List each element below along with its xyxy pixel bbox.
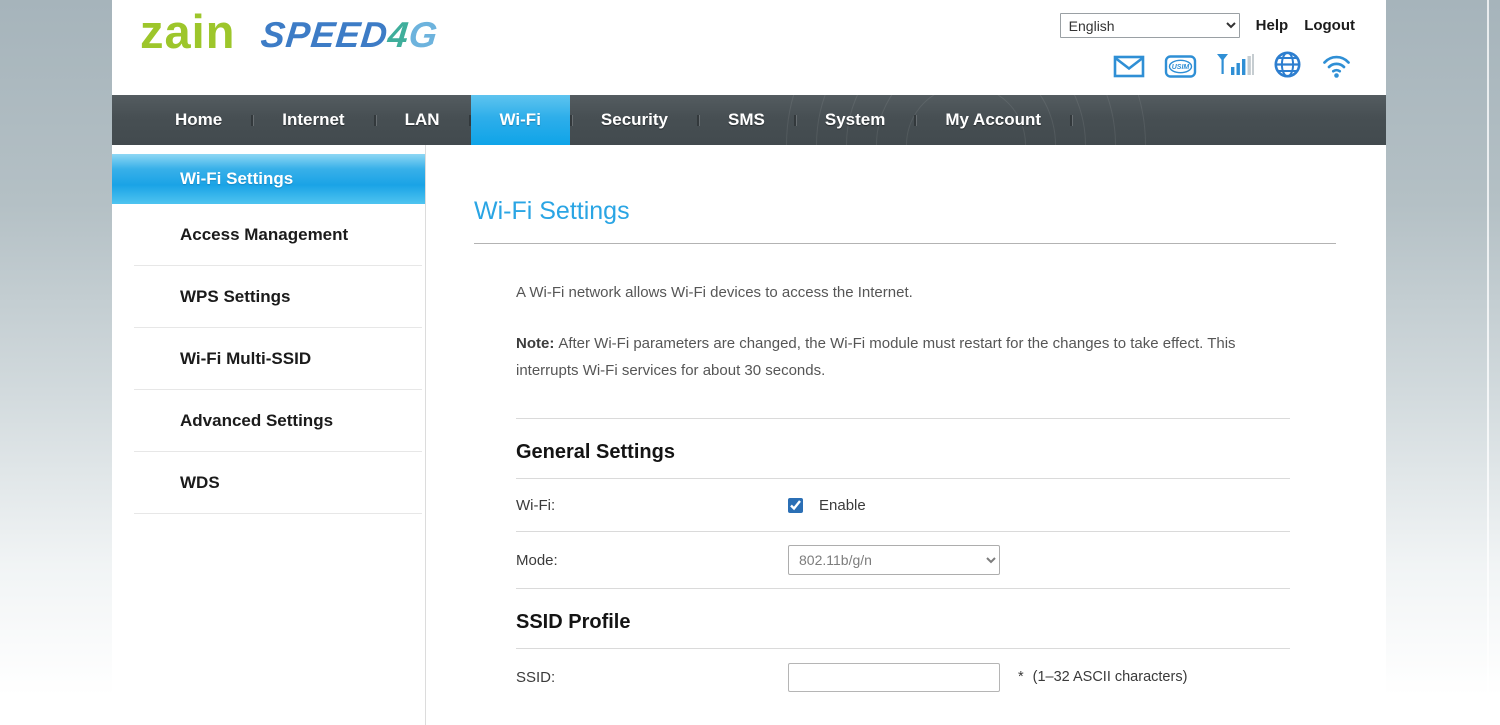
mail-icon xyxy=(1113,54,1145,79)
tab-wifi[interactable]: Wi-Fi xyxy=(471,95,570,145)
ssid-input[interactable] xyxy=(788,663,1000,692)
signal-strength-icon xyxy=(1216,52,1254,79)
wifi-sidebar: Wi-Fi Settings Access Management WPS Set… xyxy=(112,145,426,725)
tab-home[interactable]: Home xyxy=(146,95,251,145)
router-admin-page: zain SPEED4G English Help Logout xyxy=(112,0,1386,725)
body-row: Wi-Fi Settings Access Management WPS Set… xyxy=(112,145,1386,725)
main-nav: Home Internet LAN Wi-Fi Security SMS Sys… xyxy=(112,95,1386,145)
help-link[interactable]: Help xyxy=(1256,17,1289,34)
content-panel: Wi-Fi Settings A Wi-Fi network allows Wi… xyxy=(426,145,1386,725)
section-divider xyxy=(516,418,1290,419)
settings-form: A Wi-Fi network allows Wi-Fi devices to … xyxy=(516,284,1290,705)
ssid-hint: *(1–32 ASCII characters) xyxy=(1018,669,1187,685)
logout-link[interactable]: Logout xyxy=(1304,17,1355,34)
tab-system[interactable]: System xyxy=(796,95,914,145)
browser-viewport: zain SPEED4G English Help Logout xyxy=(0,0,1500,725)
usim-icon: USIM xyxy=(1164,54,1197,79)
wifi-enable-row: Wi-Fi: Enable xyxy=(516,479,1290,532)
sidebar-item-advanced-settings[interactable]: Advanced Settings xyxy=(134,390,422,452)
wifi-mode-select[interactable]: 802.11b/g/n xyxy=(788,545,1000,575)
wifi-field-label: Wi-Fi: xyxy=(516,497,788,514)
note-text: Note:After Wi-Fi parameters are changed,… xyxy=(516,330,1290,384)
ssid-field-label: SSID: xyxy=(516,669,788,686)
language-select[interactable]: English xyxy=(1060,13,1240,38)
wifi-enable-checkbox[interactable] xyxy=(788,498,803,513)
zain-logo: zain xyxy=(140,8,235,55)
wifi-mode-row: Mode: 802.11b/g/n xyxy=(516,532,1290,589)
page-title: Wi-Fi Settings xyxy=(474,197,1336,226)
globe-icon xyxy=(1273,50,1302,79)
intro-text: A Wi-Fi network allows Wi-Fi devices to … xyxy=(516,284,1290,301)
nav-separator xyxy=(1070,115,1072,126)
top-controls: English Help Logout xyxy=(1060,13,1355,38)
window-edge-highlight xyxy=(1487,0,1489,725)
sidebar-item-wds[interactable]: WDS xyxy=(134,452,422,514)
title-divider xyxy=(474,243,1336,244)
sidebar-item-access-management[interactable]: Access Management xyxy=(134,204,422,266)
brand-logos: zain SPEED4G xyxy=(140,8,439,55)
required-marker: * xyxy=(1018,669,1024,685)
mode-field-label: Mode: xyxy=(516,552,788,569)
tab-lan[interactable]: LAN xyxy=(376,95,469,145)
tab-my-account[interactable]: My Account xyxy=(916,95,1070,145)
ssid-row: SSID: *(1–32 ASCII characters) xyxy=(516,649,1290,705)
general-settings-heading: General Settings xyxy=(516,441,1290,464)
page-header: zain SPEED4G English Help Logout xyxy=(112,0,1386,95)
usim-icon-text: USIM xyxy=(1172,64,1190,71)
wifi-enable-label: Enable xyxy=(819,497,866,514)
status-icon-bar: USIM xyxy=(1113,50,1352,79)
sidebar-item-wifi-settings[interactable]: Wi-Fi Settings xyxy=(112,154,425,204)
speed4g-logo: SPEED4G xyxy=(259,14,440,55)
note-label: Note: xyxy=(516,335,554,352)
wifi-icon xyxy=(1321,53,1352,79)
tab-security[interactable]: Security xyxy=(572,95,697,145)
tab-sms[interactable]: SMS xyxy=(699,95,794,145)
sidebar-item-wifi-multi-ssid[interactable]: Wi-Fi Multi-SSID xyxy=(134,328,422,390)
tab-internet[interactable]: Internet xyxy=(253,95,373,145)
sidebar-item-wps-settings[interactable]: WPS Settings xyxy=(134,266,422,328)
ssid-profile-heading: SSID Profile xyxy=(516,611,1290,634)
